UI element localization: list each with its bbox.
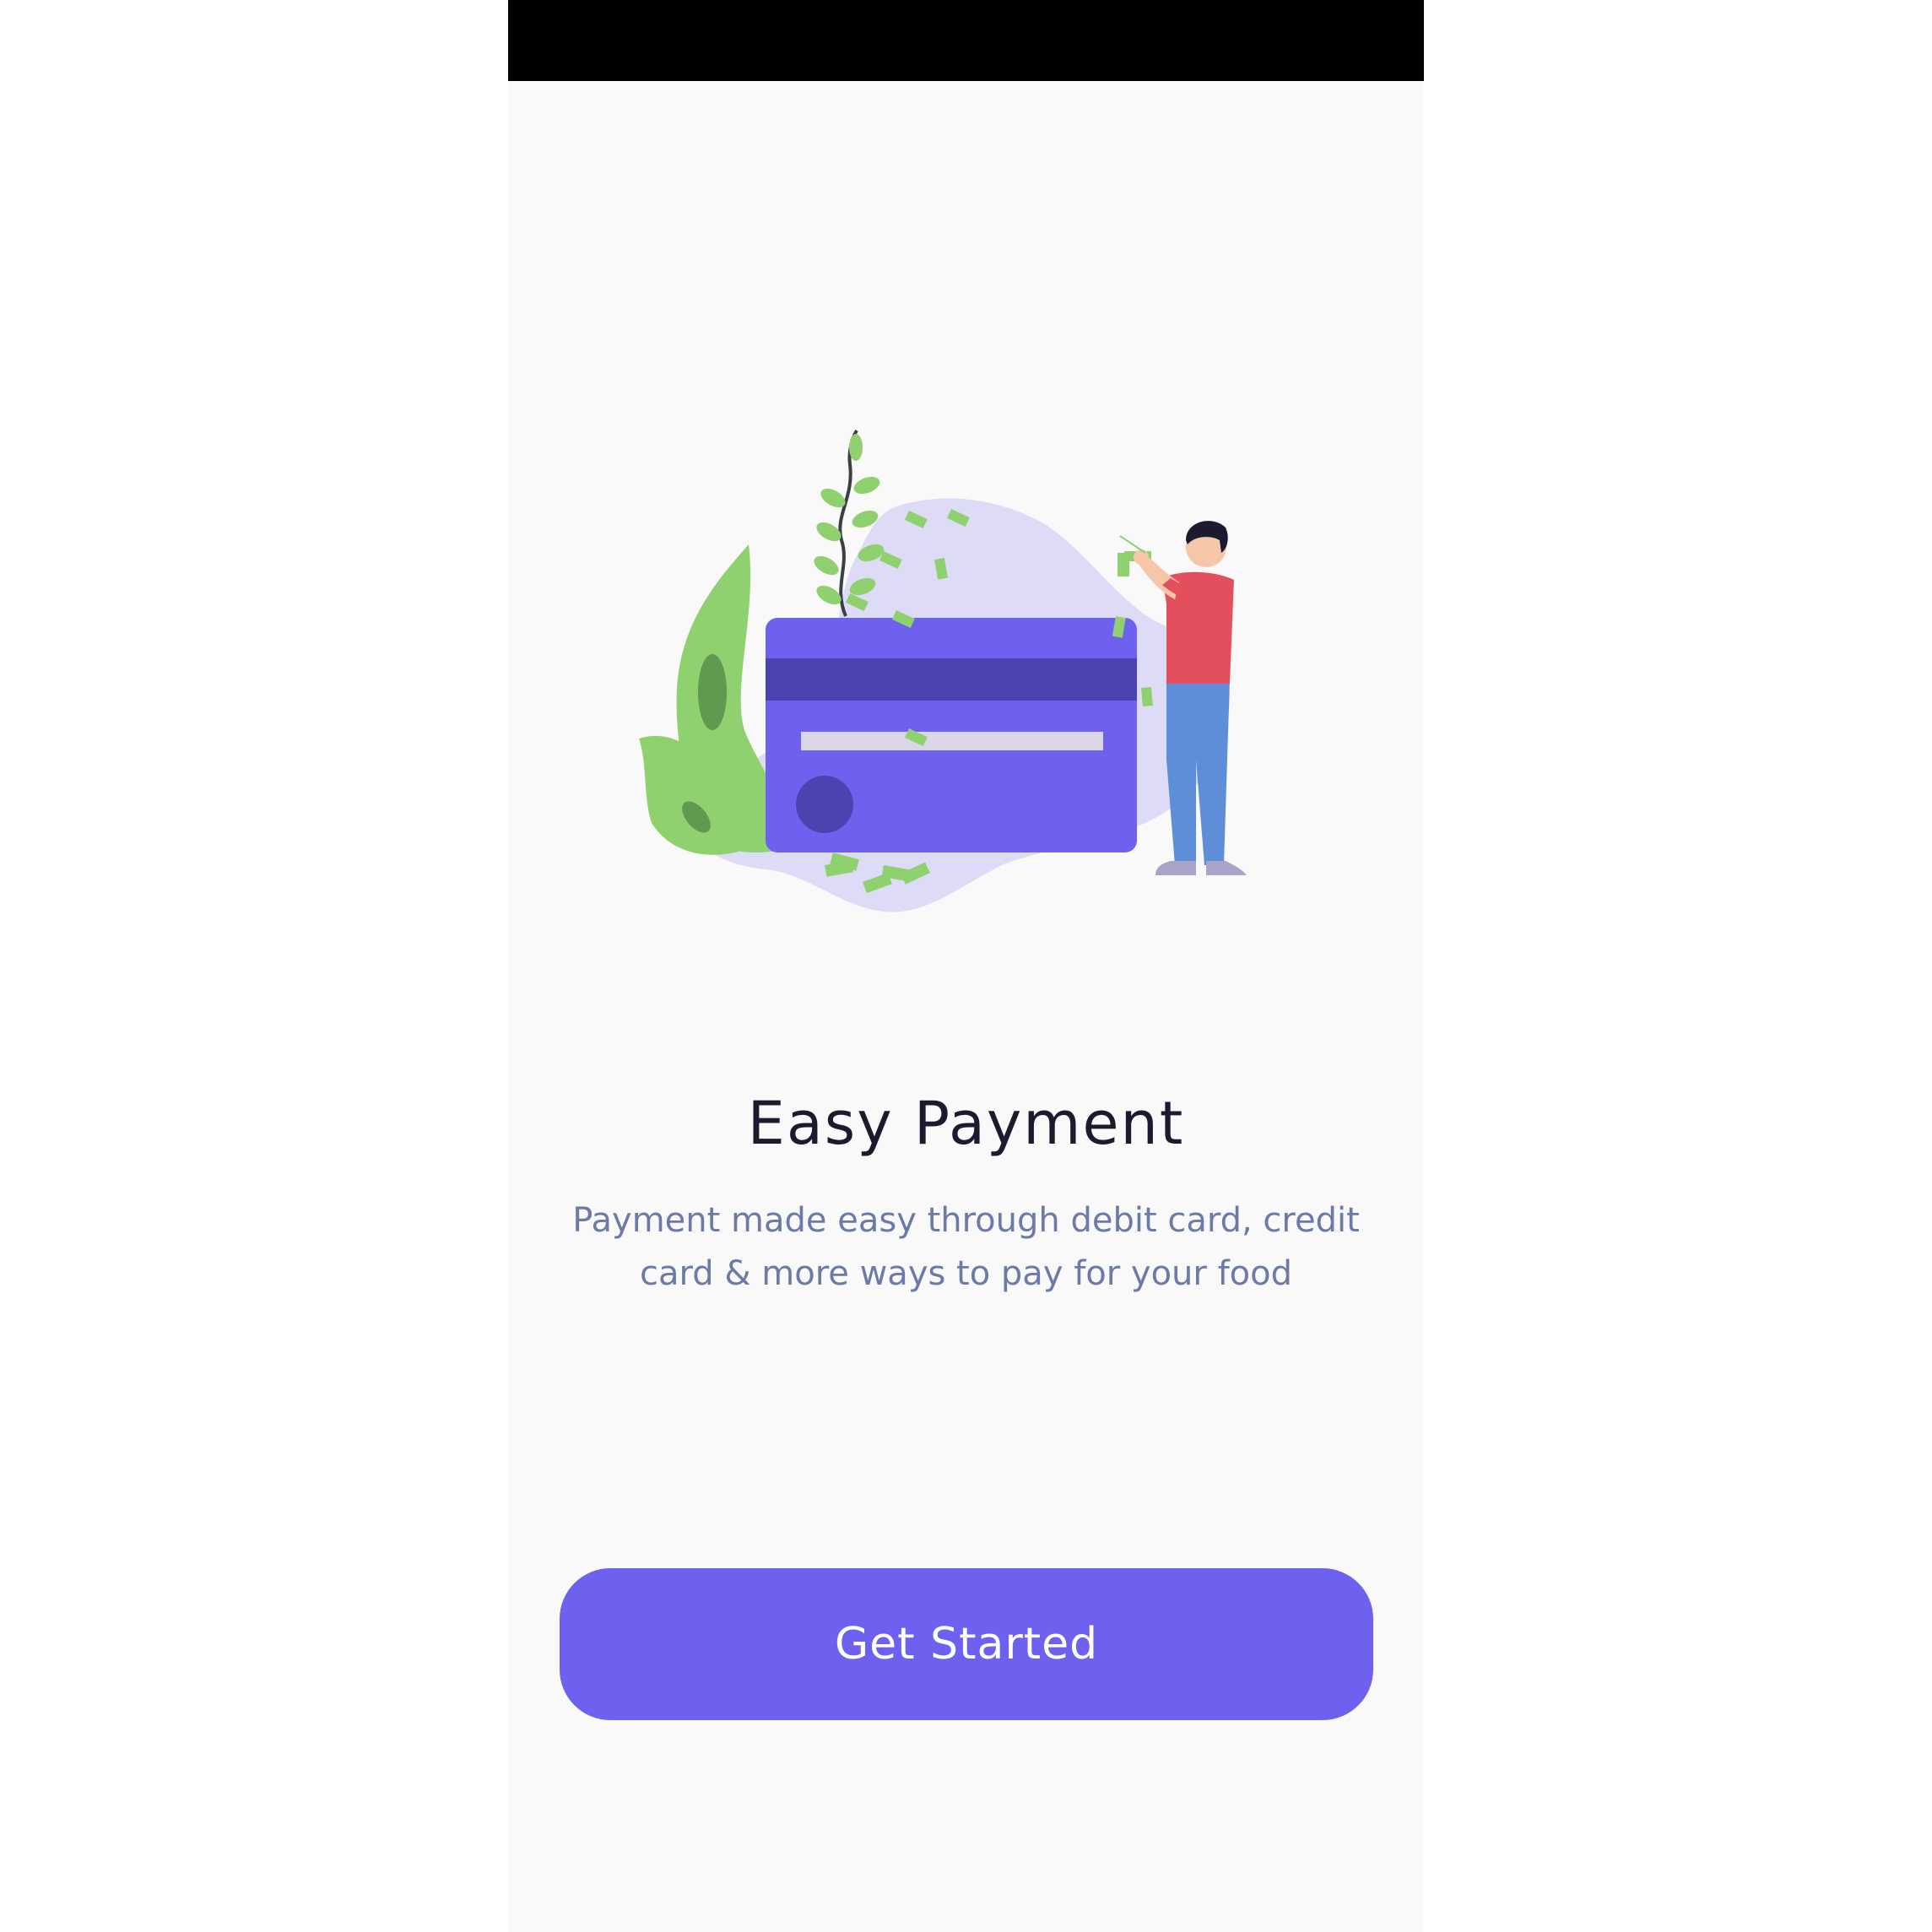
get-started-button[interactable]: Get Started <box>560 1568 1373 1720</box>
page-description: Payment made easy through debit card, cr… <box>572 1201 1360 1293</box>
leaf-plant-icon <box>639 544 787 855</box>
status-bar <box>508 0 1424 81</box>
page-title: Easy Payment <box>747 1089 1185 1158</box>
payment-illustration <box>639 429 1247 912</box>
onboarding-screen: Easy Payment Payment made easy through d… <box>508 0 1424 1932</box>
credit-card-icon <box>766 618 1137 852</box>
screen: Easy Payment Payment made easy through d… <box>0 0 1932 1932</box>
